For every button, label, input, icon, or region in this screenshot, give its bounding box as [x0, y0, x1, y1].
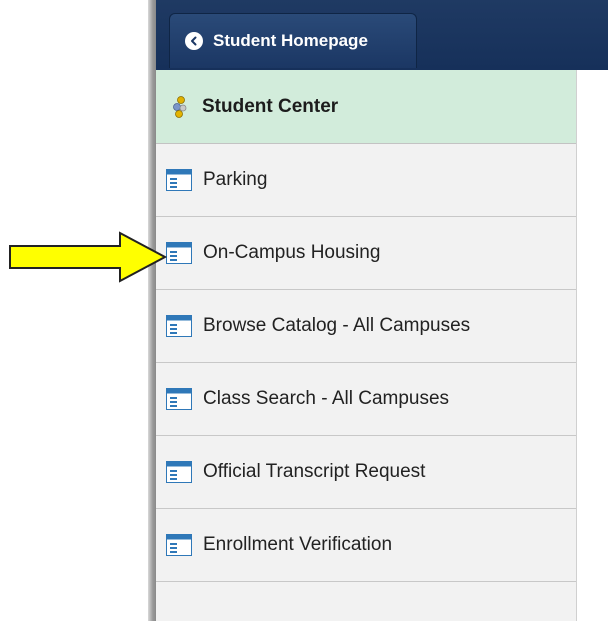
nav-item-label: Enrollment Verification	[203, 534, 393, 555]
nav-item-label: Class Search - All Campuses	[203, 388, 450, 409]
nav-title: Student Center	[202, 95, 339, 117]
nav-header: Student Center	[156, 70, 576, 144]
nav-item-label: Parking	[203, 169, 268, 190]
nav-item-on-campus-housing[interactable]: On-Campus Housing	[156, 217, 576, 290]
back-button-label: Student Homepage	[213, 31, 368, 50]
page-icon	[166, 461, 192, 483]
navigation-panel: Student Center Parking On-Campus Housing	[156, 70, 577, 621]
student-center-icon	[173, 95, 187, 118]
nav-item-label: Official Transcript Request	[203, 461, 426, 482]
panel-frame-edge	[148, 0, 156, 621]
nav-item-label: On-Campus Housing	[203, 242, 381, 263]
page-icon	[166, 242, 192, 264]
yellow-arrow-icon	[9, 231, 168, 283]
nav-item-parking[interactable]: Parking	[156, 144, 576, 217]
nav-item-enrollment-verification[interactable]: Enrollment Verification	[156, 509, 576, 582]
nav-item-browse-catalog[interactable]: Browse Catalog - All Campuses	[156, 290, 576, 363]
chevron-left-icon	[185, 32, 203, 50]
back-to-student-homepage-button[interactable]: Student Homepage	[169, 13, 417, 68]
nav-item-class-search[interactable]: Class Search - All Campuses	[156, 363, 576, 436]
nav-item-label: Browse Catalog - All Campuses	[203, 315, 471, 336]
page-icon	[166, 388, 192, 410]
nav-item-official-transcript-request[interactable]: Official Transcript Request	[156, 436, 576, 509]
page-icon	[166, 169, 192, 191]
page-icon	[166, 534, 192, 556]
page-icon	[166, 315, 192, 337]
